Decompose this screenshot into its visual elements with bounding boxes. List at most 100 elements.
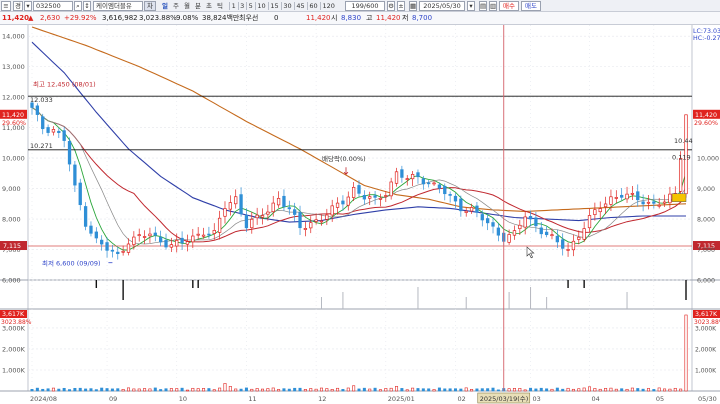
period-tab[interactable]: 틱 — [215, 1, 225, 11]
chart-type-button[interactable]: 차 — [144, 1, 156, 11]
candle-body[interactable] — [620, 194, 624, 198]
minute-option[interactable]: 3 — [239, 1, 247, 11]
candle-body[interactable] — [62, 130, 66, 141]
minute-option[interactable]: 1 — [230, 1, 238, 11]
candle-body[interactable] — [335, 202, 340, 208]
minute-option[interactable]: 120 — [321, 1, 338, 11]
candle-body[interactable] — [142, 236, 147, 238]
candle-body[interactable] — [593, 209, 597, 215]
candle-body[interactable] — [378, 197, 383, 200]
calendar-icon[interactable]: ▦ — [409, 1, 417, 11]
zoom-icon[interactable]: ± — [397, 1, 405, 11]
candle-body[interactable] — [432, 182, 436, 185]
candle-body[interactable] — [100, 239, 104, 245]
candle-body[interactable] — [41, 116, 45, 130]
candle-body[interactable] — [566, 249, 570, 251]
candle-body[interactable] — [57, 130, 61, 134]
candle-body[interactable] — [389, 181, 393, 197]
candle-body[interactable] — [282, 195, 286, 208]
candle-body[interactable] — [561, 239, 565, 249]
candle-body[interactable] — [523, 216, 527, 228]
candle-body[interactable] — [582, 228, 586, 240]
candle-body[interactable] — [609, 196, 613, 205]
candle-body[interactable] — [464, 210, 468, 213]
candle-body[interactable] — [330, 205, 334, 216]
candle-body[interactable] — [598, 208, 602, 213]
candle-body[interactable] — [159, 236, 163, 243]
candle-body[interactable] — [469, 207, 474, 212]
candle-body[interactable] — [571, 240, 576, 251]
candle-body[interactable] — [234, 196, 238, 205]
candle-body[interactable] — [636, 191, 640, 201]
candle-body[interactable] — [207, 233, 211, 236]
grid-icon[interactable]: ▤ — [479, 1, 487, 11]
candle-body[interactable] — [73, 164, 77, 186]
candle-body[interactable] — [507, 234, 511, 243]
candle-body[interactable] — [164, 239, 168, 248]
candle-body[interactable] — [646, 201, 651, 204]
candle-body[interactable] — [148, 233, 152, 237]
candle-body[interactable] — [475, 205, 479, 213]
candle-body[interactable] — [196, 233, 200, 236]
stock-name-field[interactable]: 케이엠더블유 — [93, 1, 143, 11]
candle-body[interactable] — [185, 241, 190, 245]
candle-body[interactable] — [577, 236, 581, 240]
candle-body[interactable] — [191, 235, 195, 243]
candle-body[interactable] — [51, 129, 56, 133]
candle-body[interactable] — [266, 211, 270, 215]
candle-body[interactable] — [35, 105, 40, 115]
candle-body[interactable] — [448, 194, 452, 196]
candle-body[interactable] — [175, 240, 179, 247]
candle-body[interactable] — [244, 215, 249, 229]
candle-body[interactable] — [528, 215, 533, 220]
candle-body[interactable] — [94, 231, 98, 239]
candle-body[interactable] — [437, 184, 442, 189]
candle-body[interactable] — [110, 249, 115, 252]
period-tab[interactable]: 월 — [182, 1, 192, 11]
period-tab[interactable]: 주 — [171, 1, 181, 11]
candle-body[interactable] — [271, 202, 275, 213]
sell-button[interactable]: 매도 — [521, 1, 541, 11]
candle-body[interactable] — [453, 195, 458, 202]
candle-body[interactable] — [555, 235, 559, 243]
settings-icon[interactable]: ⚙ — [387, 1, 395, 11]
candle-body[interactable] — [410, 173, 415, 180]
stock-chart[interactable]: 14,00013,00012,00011,00010,0009,0008,000… — [0, 25, 720, 404]
candle-body[interactable] — [641, 201, 645, 205]
candle-body[interactable] — [496, 227, 501, 236]
mode-select[interactable]: 경 — [13, 1, 23, 11]
candle-body[interactable] — [625, 193, 629, 200]
candle-body[interactable] — [480, 214, 484, 221]
candle-body[interactable] — [132, 236, 136, 245]
candle-body[interactable] — [89, 225, 93, 234]
candle-body[interactable] — [534, 217, 538, 227]
candle-body[interactable] — [587, 215, 592, 229]
minute-option[interactable]: 30 — [282, 1, 294, 11]
candle-body[interactable] — [319, 220, 324, 223]
candle-body[interactable] — [486, 218, 490, 224]
candle-body[interactable] — [614, 197, 618, 199]
candle-body[interactable] — [405, 178, 409, 180]
candle-body[interactable] — [662, 201, 667, 204]
candle-body[interactable] — [255, 214, 259, 219]
candle-body[interactable] — [276, 197, 281, 206]
candle-body[interactable] — [212, 230, 216, 234]
date-picker-icon[interactable]: ▾ — [467, 1, 475, 11]
candle-body[interactable] — [180, 237, 184, 244]
candle-body[interactable] — [346, 196, 350, 206]
minute-option[interactable]: 15 — [269, 1, 281, 11]
candle-body[interactable] — [260, 215, 265, 218]
candle-body[interactable] — [351, 186, 356, 198]
candle-body[interactable] — [217, 217, 222, 233]
date-field[interactable]: 2025/05/30 — [419, 1, 465, 11]
buy-button[interactable]: 매수 — [499, 1, 519, 11]
candle-body[interactable] — [121, 250, 125, 253]
candle-body[interactable] — [137, 234, 141, 237]
candle-body[interactable] — [443, 185, 447, 195]
candle-body[interactable] — [303, 228, 308, 230]
compare-icon[interactable]: ▥ — [489, 1, 497, 11]
menu-icon[interactable]: ≡ — [1, 1, 11, 11]
minute-option[interactable]: 60 — [308, 1, 320, 11]
candle-body[interactable] — [357, 185, 361, 194]
candle-body[interactable] — [368, 196, 372, 199]
